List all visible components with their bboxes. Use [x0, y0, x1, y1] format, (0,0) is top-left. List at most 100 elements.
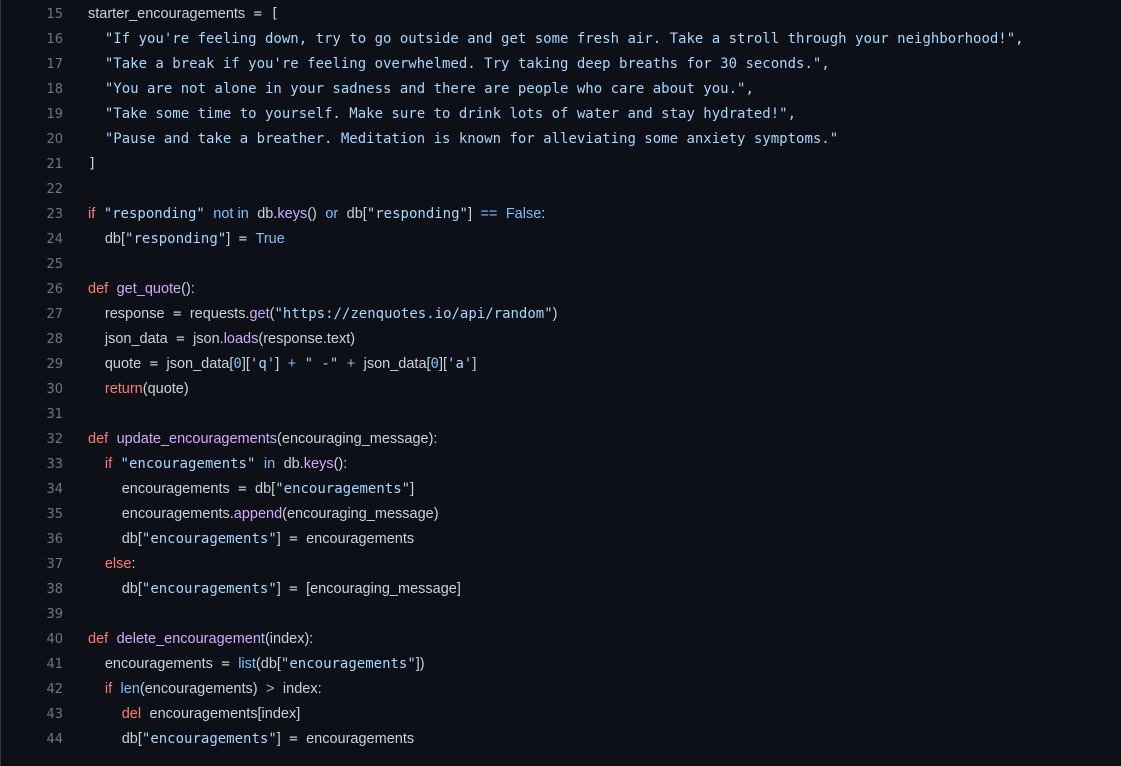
- code-line[interactable]: 27 response = requests.get("https://zenq…: [1, 302, 1121, 327]
- code-token: =: [289, 531, 298, 547]
- code-line[interactable]: 44 db["encouragements"] = encouragements: [1, 727, 1121, 752]
- code-token: :: [541, 206, 546, 222]
- code-token: True: [255, 231, 285, 247]
- code-line[interactable]: 17 "Take a break if you're feeling overw…: [1, 52, 1121, 77]
- line-code: db["responding"] = True: [63, 227, 1121, 252]
- code-line[interactable]: 33 if "encouragements" in db.keys():: [1, 452, 1121, 477]
- code-token: [encouraging_message]: [306, 581, 461, 597]
- code-line[interactable]: 31: [1, 402, 1121, 427]
- line-code: "Take a break if you're feeling overwhel…: [63, 52, 1121, 77]
- code-line[interactable]: 30 return(quote): [1, 377, 1121, 402]
- code-line[interactable]: 21]: [1, 152, 1121, 177]
- code-token: 0: [430, 356, 439, 372]
- code-token: "You are not alone in your sadness and t…: [104, 81, 746, 97]
- code-token: (encouragements): [139, 681, 258, 697]
- code-line[interactable]: 29 quote = json_data[0]['q'] + " -" + js…: [1, 352, 1121, 377]
- code-line[interactable]: 23 if "responding" not in db.keys() or db…: [1, 202, 1121, 227]
- line-number: 19: [46, 107, 63, 122]
- line-code: def get_quote():: [63, 277, 1121, 302]
- code-line[interactable]: 41 encouragements = list(db["encourageme…: [1, 652, 1121, 677]
- line-number: 29: [46, 357, 63, 372]
- code-line[interactable]: 25: [1, 252, 1121, 277]
- code-token: keys: [303, 456, 334, 472]
- code-line[interactable]: 18 "You are not alone in your sadness an…: [1, 77, 1121, 102]
- code-line[interactable]: 28 json_data = json.loads(response.text): [1, 327, 1121, 352]
- line-code: del encouragements[index]: [63, 702, 1121, 727]
- code-line[interactable]: 35 encouragements.append(encouraging_mes…: [1, 502, 1121, 527]
- code-token: delete_encouragement: [116, 631, 265, 647]
- line-number: 20: [46, 132, 63, 147]
- code-token: "Pause and take a breather. Meditation i…: [104, 131, 839, 147]
- line-number: 33: [46, 457, 63, 472]
- code-editor[interactable]: 1415starter_encouragements = [16 "If you…: [0, 0, 1121, 766]
- code-token: "encouragements": [141, 531, 277, 547]
- code-token: (quote): [142, 381, 189, 397]
- code-token: "responding": [125, 231, 227, 247]
- code-line[interactable]: 32 def update_encouragements(encouraging_…: [1, 427, 1121, 452]
- code-line[interactable]: 15 starter_encouragements = [: [1, 2, 1121, 27]
- code-line[interactable]: 34 encouragements = db["encouragements"]: [1, 477, 1121, 502]
- code-token: ():: [333, 456, 348, 472]
- code-token: "encouragements": [275, 481, 411, 497]
- code-line[interactable]: 24 db["responding"] = True: [1, 227, 1121, 252]
- code-token: ,: [1015, 31, 1024, 47]
- code-token: json_data[: [363, 356, 431, 372]
- code-line[interactable]: 42 if len(encouragements) > index:: [1, 677, 1121, 702]
- line-number: 32: [46, 432, 63, 447]
- code-line[interactable]: 19 "Take some time to yourself. Make sur…: [1, 102, 1121, 127]
- code-line[interactable]: 40 def delete_encouragement(index):: [1, 627, 1121, 652]
- code-token: =: [176, 331, 185, 347]
- line-code: db["encouragements"] = encouragements: [63, 527, 1121, 552]
- code-line[interactable]: 43 del encouragements[index]: [1, 702, 1121, 727]
- line-code: encouragements = list(db["encouragements…: [63, 652, 1121, 677]
- code-line[interactable]: 36 db["encouragements"] = encouragements: [1, 527, 1121, 552]
- code-token: "encouragements": [141, 731, 277, 747]
- line-code: return(quote): [63, 377, 1121, 402]
- line-number: 30: [46, 382, 63, 397]
- code-line[interactable]: 39: [1, 602, 1121, 627]
- code-line[interactable]: 38 db["encouragements"] = [encouraging_m…: [1, 577, 1121, 602]
- line-code: def delete_encouragement(index):: [63, 627, 1121, 652]
- code-token: response: [104, 306, 165, 322]
- code-line[interactable]: 37 else:: [1, 552, 1121, 577]
- code-line[interactable]: 16 "If you're feeling down, try to go ou…: [1, 27, 1121, 52]
- code-token: json_data[: [166, 356, 234, 372]
- code-line[interactable]: 22: [1, 177, 1121, 202]
- line-number: 24: [46, 232, 63, 247]
- code-token: encouragements.: [121, 506, 234, 522]
- line-number: 22: [46, 182, 63, 197]
- code-line[interactable]: 20 "Pause and take a breather. Meditatio…: [1, 127, 1121, 152]
- code-token: not in: [213, 206, 249, 222]
- code-token: [: [270, 6, 279, 22]
- line-number: 40: [46, 632, 63, 647]
- code-token: def: [88, 631, 109, 647]
- code-token: db[: [121, 581, 142, 597]
- code-line[interactable]: 26 def get_quote():: [1, 277, 1121, 302]
- code-token: def: [88, 431, 109, 447]
- code-token: "responding": [103, 206, 205, 222]
- code-token: ][: [438, 356, 448, 372]
- code-token: append: [233, 506, 283, 522]
- code-token: encouragements: [306, 731, 415, 747]
